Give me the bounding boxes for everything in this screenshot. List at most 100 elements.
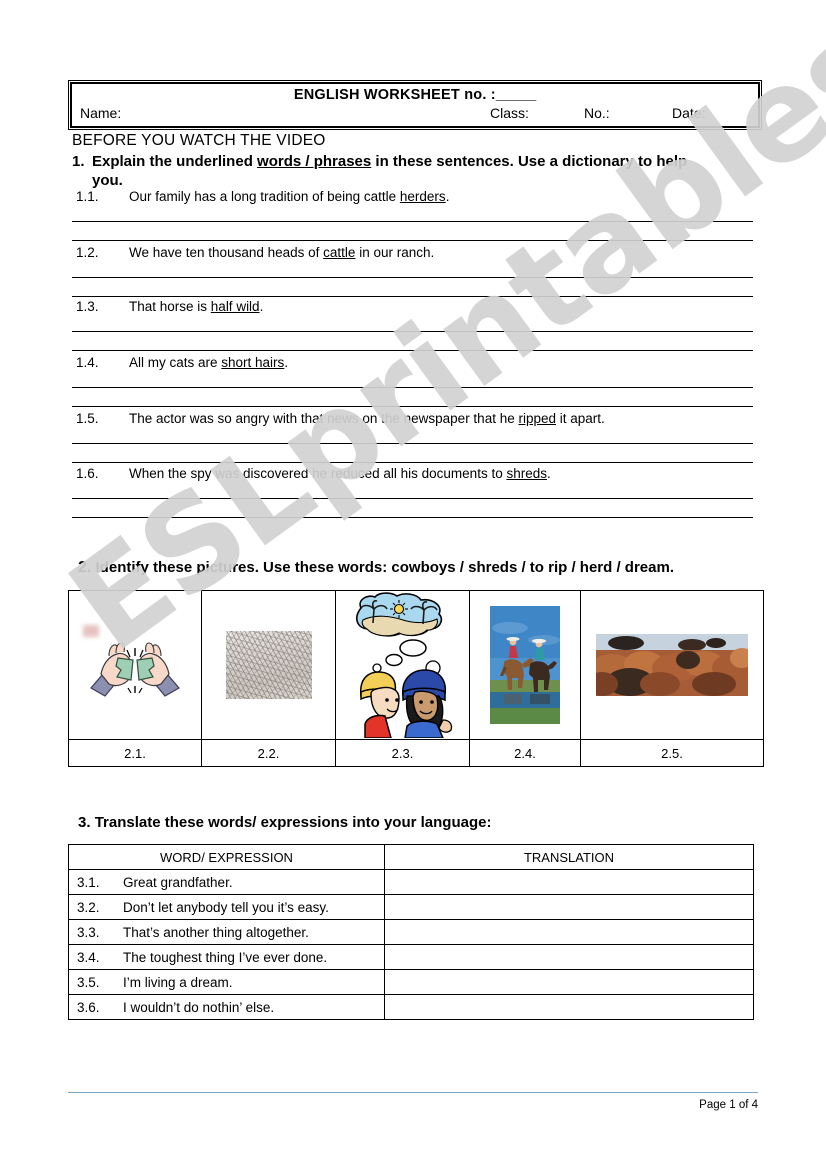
header-fields-row: Name: Class: No.: Date:	[72, 104, 758, 126]
picture-cell-3	[335, 590, 470, 740]
answer-line[interactable]	[72, 331, 753, 332]
section1-instruction-underlined: words / phrases	[257, 153, 372, 170]
answer-line[interactable]	[72, 462, 753, 463]
section3-instruction-text: Translate these words/ expressions into …	[94, 814, 492, 831]
row-number: 3.5.	[77, 974, 100, 990]
section2-number: 2.	[78, 559, 92, 576]
translation-body: 3.1. Great grandfather. 3.2. Don’t let anyb…	[68, 869, 754, 1020]
shreds-color-patch	[82, 624, 99, 637]
answer-line[interactable]	[72, 350, 753, 351]
translation-row: 3.1. Great grandfather.	[68, 869, 754, 895]
translation-row: 3.4. The toughest thing I’ve ever done.	[68, 944, 754, 970]
answer-line[interactable]	[72, 221, 753, 222]
answer-line[interactable]	[72, 406, 753, 407]
question-text-post: .	[546, 466, 551, 481]
translation-cell[interactable]	[384, 994, 754, 1020]
worksheet-number-blank: _____	[495, 87, 537, 103]
translation-row: 3.5. I’m living a dream.	[68, 969, 754, 995]
translation-header-row: WORD/ EXPRESSION TRANSLATION	[68, 844, 754, 870]
picture-cell-4	[469, 590, 581, 740]
expression-cell: 3.3. That’s another thing altogether.	[68, 919, 385, 945]
question-text-underlined: short hairs	[221, 355, 285, 370]
question-text-underlined: shreds	[506, 466, 547, 481]
worksheet-title-text: ENGLISH WORKSHEET no. :	[293, 87, 496, 103]
question-number: 1.6.	[76, 466, 99, 481]
translation-cell[interactable]	[384, 944, 754, 970]
translation-row: 3.6. I wouldn’t do nothin’ else.	[68, 994, 754, 1020]
translation-table: WORD/ EXPRESSION TRANSLATION 3.1. Great g…	[68, 844, 754, 1020]
before-video-heading: BEFORE YOU WATCH THE VIDEO	[72, 132, 326, 149]
question-text: All my cats are short hairs.	[129, 355, 288, 370]
answer-line[interactable]	[72, 498, 753, 499]
section1-number: 1.	[72, 153, 85, 170]
expression-cell: 3.2. Don’t let anybody tell you it’s easy…	[68, 894, 385, 920]
kids-dreaming-icon	[355, 592, 452, 738]
kids-dreaming-of-beach-image	[336, 591, 469, 739]
question-text-post: .	[445, 189, 450, 204]
section3-number: 3.	[78, 814, 91, 831]
section1-instruction: 1. Explain the underlined words / phrases…	[72, 152, 762, 190]
section3-instruction: 3. Translate these words/ expressions in…	[78, 814, 491, 831]
page-number: Page 1 of 4	[699, 1099, 758, 1111]
worksheet-header-box: ENGLISH WORKSHEET no. :_____ Name: Class…	[68, 80, 762, 130]
translation-cell[interactable]	[384, 894, 754, 920]
question-text-pre: We have ten thousand heads of	[129, 245, 324, 260]
picture-row	[68, 590, 764, 740]
answer-line[interactable]	[72, 296, 753, 297]
question-number: 1.3.	[76, 299, 99, 314]
picture-label: 2.5.	[580, 739, 764, 767]
question-text-underlined: ripped	[518, 411, 557, 426]
class-label: Class:	[490, 105, 529, 121]
row-number: 3.4.	[77, 949, 100, 965]
column-header-expression: WORD/ EXPRESSION	[68, 844, 385, 870]
question-text-post: in our ranch.	[355, 245, 435, 260]
paper-shreds-photo	[82, 591, 335, 739]
no-label: No.:	[584, 105, 610, 121]
name-label: Name:	[80, 105, 122, 121]
row-number: 3.6.	[77, 999, 100, 1015]
translation-cell[interactable]	[384, 869, 754, 895]
column-header-translation: TRANSLATION	[384, 844, 754, 870]
picture-cell-5	[580, 590, 764, 740]
cattle-herd-photo	[581, 591, 763, 739]
expression-text: Great grandfather.	[123, 874, 233, 890]
question-text-pre: That horse is	[129, 299, 211, 314]
section1-instruction-part2: in these sentences. Use a dictionary to …	[371, 153, 688, 170]
answer-line[interactable]	[72, 443, 753, 444]
answer-line[interactable]	[72, 240, 753, 241]
question-number: 1.5.	[76, 411, 99, 426]
picture-label: 2.2.	[201, 739, 336, 767]
answer-line[interactable]	[72, 387, 753, 388]
picture-label: 2.1.	[68, 739, 202, 767]
hands-ripping-banknote-image	[69, 591, 201, 739]
question-text-underlined: cattle	[323, 245, 356, 260]
translation-cell[interactable]	[384, 919, 754, 945]
question-text: When the spy was discovered he reduced a…	[129, 466, 551, 481]
picture-cell-1	[68, 590, 202, 740]
question-text: Our family has a long tradition of being…	[129, 189, 449, 204]
picture-label: 2.3.	[335, 739, 470, 767]
expression-text: That’s another thing altogether.	[123, 924, 309, 940]
section2-instruction-text: Identify these pictures. Use these words…	[95, 559, 674, 576]
section1-instruction-part1: Explain the underlined	[92, 153, 258, 170]
translation-cell[interactable]	[384, 969, 754, 995]
picture-table: 2.1. 2.2. 2.3. 2.4. 2.5.	[68, 590, 764, 767]
expression-cell: 3.5. I’m living a dream.	[68, 969, 385, 995]
picture-label: 2.4.	[469, 739, 581, 767]
question-text-pre: When the spy was discovered he reduced a…	[129, 466, 507, 481]
expression-cell: 3.1. Great grandfather.	[68, 869, 385, 895]
question-text: The actor was so angry with that news on…	[129, 411, 605, 426]
expression-text: Don’t let anybody tell you it’s easy.	[123, 899, 329, 915]
expression-text: I’m living a dream.	[123, 974, 233, 990]
question-text-underlined: herders	[399, 189, 446, 204]
question-text-post: .	[259, 299, 264, 314]
answer-line[interactable]	[72, 277, 753, 278]
row-number: 3.3.	[77, 924, 100, 940]
row-number: 3.2.	[77, 899, 100, 915]
question-number: 1.4.	[76, 355, 99, 370]
question-text-pre: All my cats are	[129, 355, 222, 370]
hands-ripping-banknote-icon	[90, 642, 180, 697]
expression-cell: 3.6. I wouldn’t do nothin’ else.	[68, 994, 385, 1020]
answer-line[interactable]	[72, 517, 753, 518]
footer-divider	[68, 1092, 758, 1093]
